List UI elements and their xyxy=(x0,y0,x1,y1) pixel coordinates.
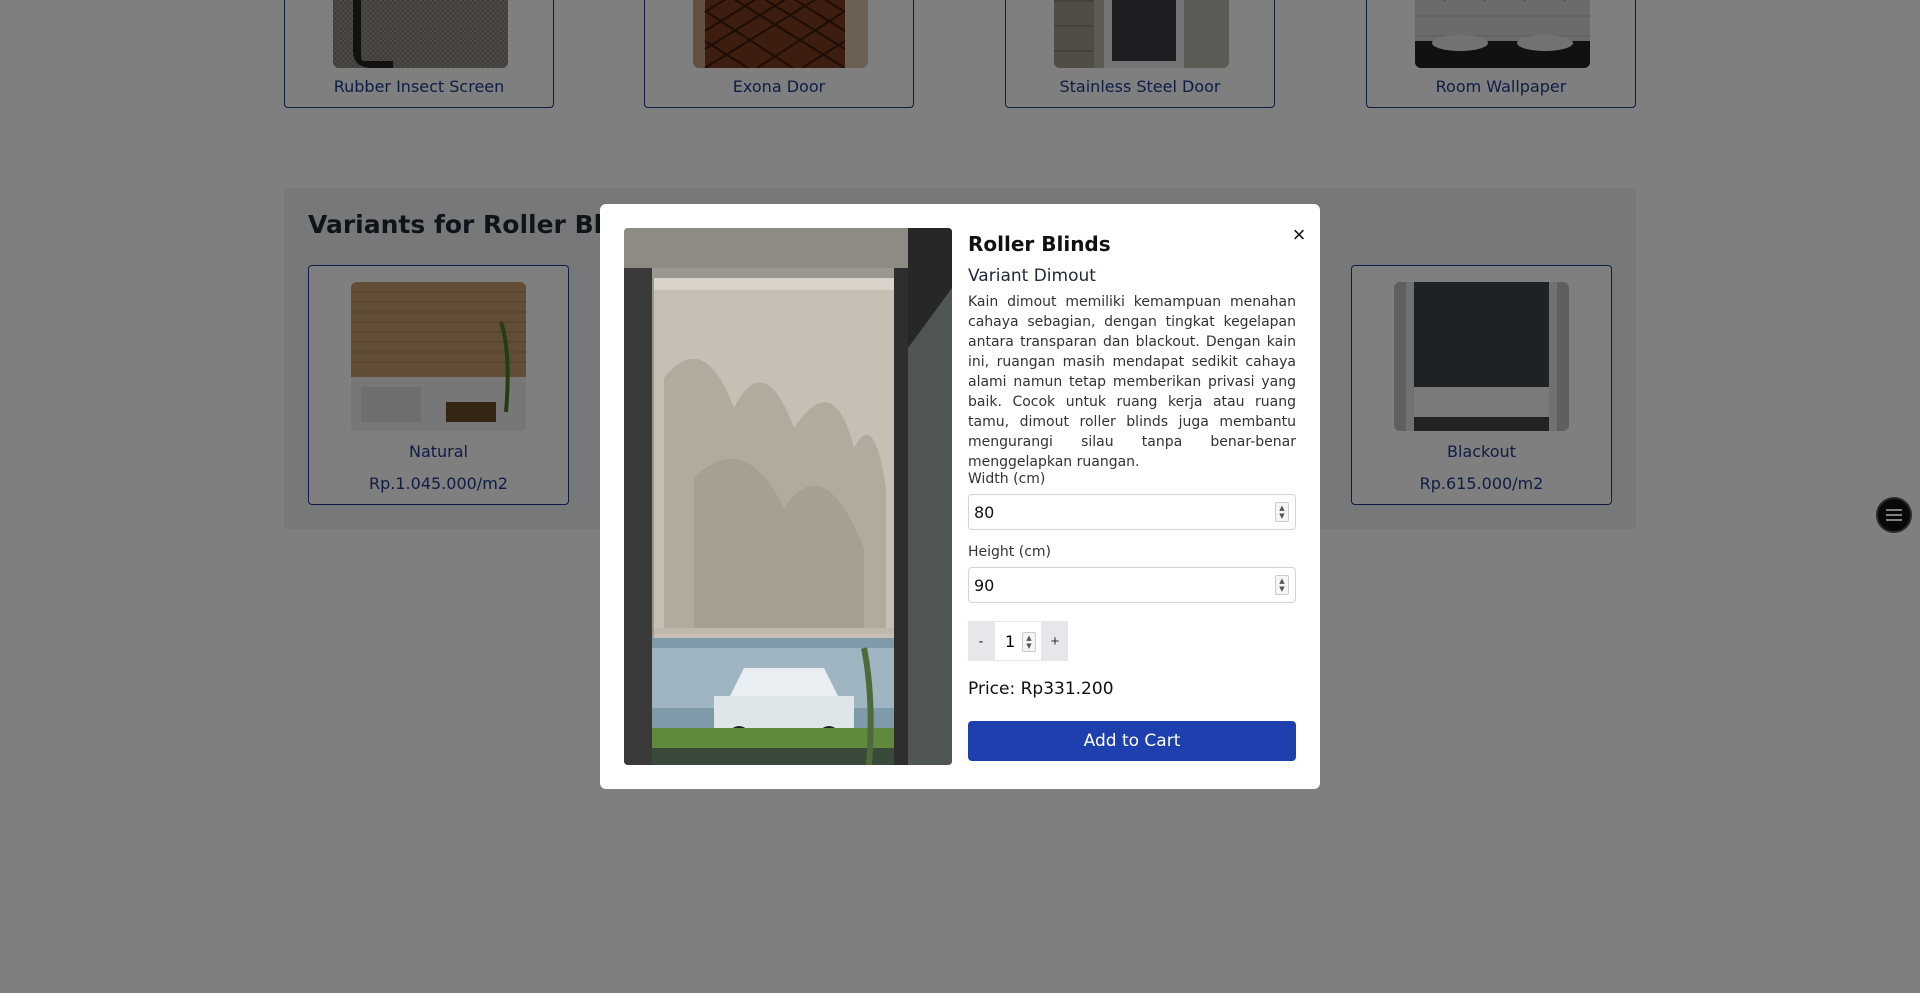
qty-value: 1 xyxy=(1005,631,1016,651)
modal-body: Roller Blinds Variant Dimout Kain dimout… xyxy=(968,228,1296,761)
width-label: Width (cm) xyxy=(968,471,1046,487)
price-text: Price: Rp331.200 xyxy=(968,679,1114,699)
modal-title: Roller Blinds xyxy=(968,232,1111,256)
qty-decrease-button[interactable]: - xyxy=(968,621,994,661)
variant-photo xyxy=(624,228,952,765)
width-input[interactable]: 80 ▲ ▼ xyxy=(968,494,1296,530)
modal-variant: Variant Dimout xyxy=(968,266,1096,286)
height-input[interactable]: 90 ▲ ▼ xyxy=(968,567,1296,603)
height-label: Height (cm) xyxy=(968,544,1051,560)
quantity-stepper: - 1 ▲ ▼ + xyxy=(968,621,1296,661)
width-spinner-icon[interactable]: ▲ ▼ xyxy=(1275,502,1289,522)
qty-input[interactable]: 1 ▲ ▼ xyxy=(994,621,1042,661)
height-spinner-icon[interactable]: ▲ ▼ xyxy=(1275,575,1289,595)
qty-spinner-icon[interactable]: ▲ ▼ xyxy=(1022,632,1036,652)
height-value: 90 xyxy=(974,575,995,595)
width-value: 80 xyxy=(974,502,995,522)
product-modal: × Roller Blinds Variant Dimout Kain dimo… xyxy=(600,204,1320,789)
modal-description: Kain dimout memiliki kemampuan menahan c… xyxy=(968,294,1296,470)
qty-increase-button[interactable]: + xyxy=(1042,621,1068,661)
add-to-cart-button[interactable]: Add to Cart xyxy=(968,721,1296,761)
